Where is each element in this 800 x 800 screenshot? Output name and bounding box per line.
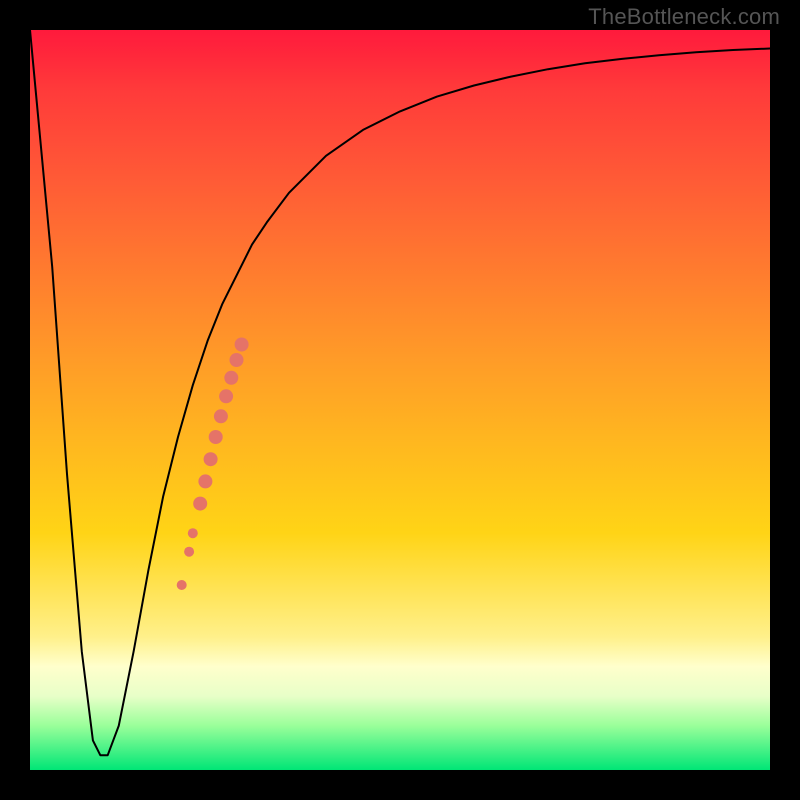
highlight-point bbox=[184, 547, 194, 557]
highlight-point bbox=[224, 371, 238, 385]
highlight-point bbox=[204, 452, 218, 466]
watermark-text: TheBottleneck.com bbox=[588, 4, 780, 30]
highlight-point bbox=[219, 389, 233, 403]
highlight-point bbox=[188, 528, 198, 538]
highlight-point bbox=[214, 409, 228, 423]
plot-area bbox=[30, 30, 770, 770]
plot-svg bbox=[30, 30, 770, 770]
highlight-point bbox=[209, 430, 223, 444]
chart-frame: TheBottleneck.com bbox=[0, 0, 800, 800]
highlighted-points bbox=[177, 338, 249, 591]
highlight-point bbox=[230, 353, 244, 367]
highlight-point bbox=[177, 580, 187, 590]
highlight-point bbox=[235, 338, 249, 352]
highlight-point bbox=[193, 497, 207, 511]
curve-path bbox=[30, 30, 770, 755]
highlight-point bbox=[198, 474, 212, 488]
bottleneck-curve bbox=[30, 30, 770, 755]
